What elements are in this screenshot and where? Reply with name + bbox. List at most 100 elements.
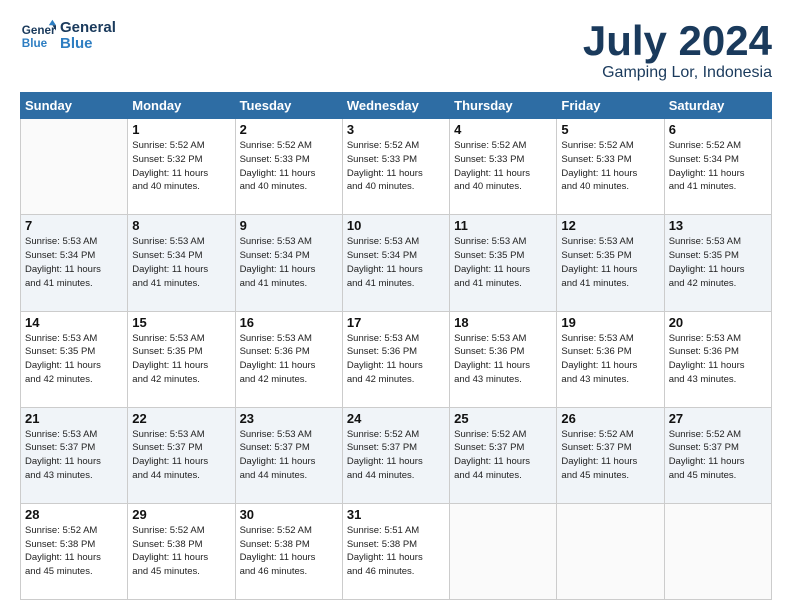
day-info: Sunrise: 5:53 AM Sunset: 5:36 PM Dayligh… [240,332,338,387]
calendar-body: 1 Sunrise: 5:52 AM Sunset: 5:32 PM Daylig… [21,119,772,600]
day-number: 5 [561,122,659,137]
day-number: 11 [454,218,552,233]
calendar-day-27: 27Sunrise: 5:52 AM Sunset: 5:37 PM Dayli… [664,407,771,503]
calendar-day-empty [664,503,771,599]
day-number: 1 [132,122,230,137]
col-header-sunday: Sunday [21,93,128,119]
day-info: Sunrise: 5:52 AM Sunset: 5:34 PM Dayligh… [669,139,767,194]
day-number: 8 [132,218,230,233]
day-number: 21 [25,411,123,426]
day-info: Sunrise: 5:53 AM Sunset: 5:36 PM Dayligh… [454,332,552,387]
day-info: Sunrise: 5:53 AM Sunset: 5:37 PM Dayligh… [240,428,338,483]
svg-text:General: General [22,24,56,37]
day-info: Sunrise: 5:53 AM Sunset: 5:35 PM Dayligh… [132,332,230,387]
calendar-day-12: 12Sunrise: 5:53 AM Sunset: 5:35 PM Dayli… [557,215,664,311]
day-number: 12 [561,218,659,233]
day-info: Sunrise: 5:52 AM Sunset: 5:32 PM Dayligh… [132,139,230,194]
day-info: Sunrise: 5:53 AM Sunset: 5:35 PM Dayligh… [454,235,552,290]
col-header-monday: Monday [128,93,235,119]
day-number: 23 [240,411,338,426]
calendar-day-14: 14Sunrise: 5:53 AM Sunset: 5:35 PM Dayli… [21,311,128,407]
calendar-day-empty [21,119,128,215]
day-number: 29 [132,507,230,522]
calendar-day-18: 18 Sunrise: 5:53 AM Sunset: 5:36 PM Dayli… [450,311,557,407]
day-number: 10 [347,218,445,233]
day-info: Sunrise: 5:52 AM Sunset: 5:33 PM Dayligh… [347,139,445,194]
col-header-saturday: Saturday [664,93,771,119]
calendar-day-29: 29 Sunrise: 5:52 AM Sunset: 5:38 PM Dayli… [128,503,235,599]
calendar-day-8: 8 Sunrise: 5:53 AM Sunset: 5:34 PM Daylig… [128,215,235,311]
day-number: 6 [669,122,767,137]
day-info: Sunrise: 5:53 AM Sunset: 5:36 PM Dayligh… [561,332,659,387]
day-info: Sunrise: 5:53 AM Sunset: 5:34 PM Dayligh… [240,235,338,290]
calendar-day-empty [557,503,664,599]
day-number: 9 [240,218,338,233]
calendar-day-28: 28Sunrise: 5:52 AM Sunset: 5:38 PM Dayli… [21,503,128,599]
col-header-wednesday: Wednesday [342,93,449,119]
day-number: 3 [347,122,445,137]
header: General Blue General Blue July 2024 Gamp… [20,18,772,82]
calendar-day-21: 21 Sunrise: 5:53 AM Sunset: 5:37 PM Dayli… [21,407,128,503]
day-info: Sunrise: 5:53 AM Sunset: 5:35 PM Dayligh… [669,235,767,290]
day-info: Sunrise: 5:53 AM Sunset: 5:34 PM Dayligh… [25,235,123,290]
day-number: 13 [669,218,767,233]
calendar-day-15: 15 Sunrise: 5:53 AM Sunset: 5:35 PM Dayli… [128,311,235,407]
calendar-day-17: 17Sunrise: 5:53 AM Sunset: 5:36 PM Dayli… [342,311,449,407]
day-number: 28 [25,507,123,522]
day-number: 7 [25,218,123,233]
day-info: Sunrise: 5:53 AM Sunset: 5:34 PM Dayligh… [132,235,230,290]
day-number: 18 [454,315,552,330]
calendar-day-empty [450,503,557,599]
calendar-day-30: 30 Sunrise: 5:52 AM Sunset: 5:38 PM Dayli… [235,503,342,599]
day-number: 24 [347,411,445,426]
subtitle: Gamping Lor, Indonesia [583,64,772,82]
day-number: 2 [240,122,338,137]
calendar-day-5: 5 Sunrise: 5:52 AM Sunset: 5:33 PM Daylig… [557,119,664,215]
svg-text:Blue: Blue [22,37,48,50]
calendar-week-row: 7 Sunrise: 5:53 AM Sunset: 5:34 PM Daylig… [21,215,772,311]
calendar-week-row: 28 Sunrise: 5:52 AM Sunset: 5:38 PM Dayli… [21,503,772,599]
day-number: 27 [669,411,767,426]
day-info: Sunrise: 5:53 AM Sunset: 5:37 PM Dayligh… [25,428,123,483]
day-number: 25 [454,411,552,426]
calendar-day-31: 31 Sunrise: 5:51 AM Sunset: 5:38 PM Dayli… [342,503,449,599]
calendar-day-24: 24Sunrise: 5:52 AM Sunset: 5:37 PM Dayli… [342,407,449,503]
calendar-day-10: 10Sunrise: 5:53 AM Sunset: 5:34 PM Dayli… [342,215,449,311]
calendar-day-22: 22Sunrise: 5:53 AM Sunset: 5:37 PM Dayli… [128,407,235,503]
logo-blue: Blue [60,36,116,53]
logo-general: General [60,20,116,37]
title-block: July 2024 Gamping Lor, Indonesia [583,18,772,82]
day-info: Sunrise: 5:52 AM Sunset: 5:38 PM Dayligh… [240,524,338,579]
page: General Blue General Blue July 2024 Gamp… [0,0,792,612]
day-info: Sunrise: 5:51 AM Sunset: 5:38 PM Dayligh… [347,524,445,579]
calendar-day-1: 1 Sunrise: 5:52 AM Sunset: 5:32 PM Daylig… [128,119,235,215]
day-number: 16 [240,315,338,330]
day-number: 15 [132,315,230,330]
day-of-week-header-row: SundayMondayTuesdayWednesdayThursdayFrid… [21,93,772,119]
calendar-day-16: 16 Sunrise: 5:53 AM Sunset: 5:36 PM Dayli… [235,311,342,407]
calendar-week-row: 14Sunrise: 5:53 AM Sunset: 5:35 PM Dayli… [21,311,772,407]
day-number: 17 [347,315,445,330]
calendar-day-3: 3 Sunrise: 5:52 AM Sunset: 5:33 PM Daylig… [342,119,449,215]
col-header-friday: Friday [557,93,664,119]
day-info: Sunrise: 5:53 AM Sunset: 5:36 PM Dayligh… [669,332,767,387]
col-header-tuesday: Tuesday [235,93,342,119]
day-number: 20 [669,315,767,330]
calendar-day-19: 19 Sunrise: 5:53 AM Sunset: 5:36 PM Dayli… [557,311,664,407]
logo: General Blue General Blue [20,18,116,54]
calendar-day-25: 25 Sunrise: 5:52 AM Sunset: 5:37 PM Dayli… [450,407,557,503]
calendar-day-23: 23 Sunrise: 5:53 AM Sunset: 5:37 PM Dayli… [235,407,342,503]
day-number: 31 [347,507,445,522]
day-info: Sunrise: 5:52 AM Sunset: 5:33 PM Dayligh… [561,139,659,194]
calendar-day-2: 2Sunrise: 5:52 AM Sunset: 5:33 PM Daylig… [235,119,342,215]
day-info: Sunrise: 5:52 AM Sunset: 5:38 PM Dayligh… [132,524,230,579]
day-number: 30 [240,507,338,522]
calendar-day-7: 7 Sunrise: 5:53 AM Sunset: 5:34 PM Daylig… [21,215,128,311]
calendar-day-9: 9 Sunrise: 5:53 AM Sunset: 5:34 PM Daylig… [235,215,342,311]
calendar-day-4: 4Sunrise: 5:52 AM Sunset: 5:33 PM Daylig… [450,119,557,215]
calendar-table: SundayMondayTuesdayWednesdayThursdayFrid… [20,92,772,600]
calendar-day-11: 11 Sunrise: 5:53 AM Sunset: 5:35 PM Dayli… [450,215,557,311]
logo-icon: General Blue [20,18,56,54]
day-info: Sunrise: 5:52 AM Sunset: 5:37 PM Dayligh… [454,428,552,483]
day-number: 19 [561,315,659,330]
